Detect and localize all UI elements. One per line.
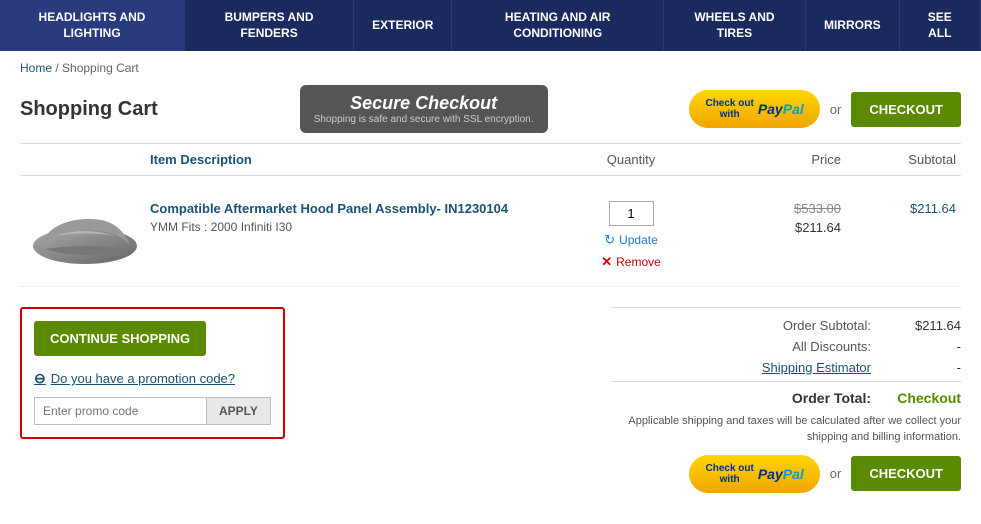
checkout-button-bottom[interactable]: CHECKOUT bbox=[851, 456, 961, 491]
minus-circle-icon: ⊖ bbox=[34, 370, 46, 387]
promo-code-link[interactable]: ⊖ Do you have a promotion code? bbox=[34, 370, 271, 387]
navigation-bar: HEADLIGHTS AND LIGHTING BUMPERS AND FEND… bbox=[0, 0, 981, 51]
bottom-section: CONTINUE SHOPPING ⊖ Do you have a promot… bbox=[20, 307, 961, 493]
x-icon: ✕ bbox=[601, 254, 612, 270]
nav-item-heating[interactable]: HEATING AND AIR CONDITIONING bbox=[452, 0, 663, 51]
remove-label: Remove bbox=[616, 255, 661, 269]
item-quantity: ↻ Update ✕ Remove bbox=[571, 201, 691, 270]
apply-promo-button[interactable]: APPLY bbox=[207, 397, 271, 425]
paypal-checkout-button-bottom[interactable]: Check outwith PayPal bbox=[689, 455, 819, 493]
breadcrumb: Home / Shopping Cart bbox=[0, 51, 981, 85]
secure-badge-title: Secure Checkout bbox=[314, 93, 534, 114]
nav-item-wheels[interactable]: WHEELS AND TIRES bbox=[664, 0, 806, 51]
shipping-estimator-link[interactable]: Shipping Estimator bbox=[741, 360, 871, 375]
main-content: Shopping Cart Secure Checkout Shopping i… bbox=[0, 85, 981, 513]
paypal-checkout-label: Check outwith bbox=[705, 98, 753, 120]
bottom-checkout-actions: Check outwith PayPal or CHECKOUT bbox=[611, 455, 961, 493]
cart-item-row: Compatible Aftermarket Hood Panel Assemb… bbox=[20, 186, 961, 287]
refresh-icon: ↻ bbox=[604, 232, 615, 248]
order-total-label: Order Total: bbox=[741, 390, 871, 406]
update-link[interactable]: ↻ Update bbox=[604, 232, 658, 248]
col-subtotal: Subtotal bbox=[841, 152, 961, 167]
item-subtotal: $211.64 bbox=[841, 201, 961, 216]
order-subtotal-value: $211.64 bbox=[891, 318, 961, 333]
col-description: Item Description bbox=[20, 152, 571, 167]
cart-title: Shopping Cart bbox=[20, 98, 158, 121]
price-sale: $211.64 bbox=[691, 220, 841, 235]
item-price: $533.00 $211.64 bbox=[691, 201, 841, 235]
right-section: Order Subtotal: $211.64 All Discounts: -… bbox=[611, 307, 961, 493]
all-discounts-row: All Discounts: - bbox=[611, 339, 961, 354]
paypal-logo: PayPal bbox=[758, 101, 804, 117]
paypal-label-bottom: Check outwith bbox=[705, 463, 753, 485]
checkout-button[interactable]: CHECKOUT bbox=[851, 92, 961, 127]
item-image-svg bbox=[30, 201, 140, 271]
remove-link[interactable]: ✕ Remove bbox=[601, 254, 661, 270]
order-total-checkout-link[interactable]: Checkout bbox=[897, 390, 961, 406]
item-name-link[interactable]: Compatible Aftermarket Hood Panel Assemb… bbox=[150, 201, 571, 216]
nav-item-bumpers[interactable]: BUMPERS AND FENDERS bbox=[185, 0, 354, 51]
cart-header: Shopping Cart Secure Checkout Shopping i… bbox=[20, 85, 961, 133]
continue-shopping-button[interactable]: CONTINUE SHOPPING bbox=[34, 321, 206, 356]
paypal-logo-bottom: PayPal bbox=[758, 466, 804, 482]
secure-badge-subtitle: Shopping is safe and secure with SSL enc… bbox=[314, 114, 534, 125]
item-ymm: YMM Fits : 2000 Infiniti I30 bbox=[150, 220, 571, 234]
breadcrumb-home-link[interactable]: Home bbox=[20, 61, 52, 75]
promo-link-label: Do you have a promotion code? bbox=[51, 371, 235, 386]
order-summary: Order Subtotal: $211.64 All Discounts: -… bbox=[611, 307, 961, 406]
col-price: Price bbox=[691, 152, 841, 167]
item-image bbox=[20, 201, 150, 271]
update-label: Update bbox=[619, 233, 658, 247]
col-quantity: Quantity bbox=[571, 152, 691, 167]
all-discounts-label: All Discounts: bbox=[741, 339, 871, 354]
nav-item-exterior[interactable]: EXTERIOR bbox=[354, 0, 452, 51]
nav-item-see-all[interactable]: SEE ALL bbox=[900, 0, 981, 51]
or-separator: or bbox=[830, 102, 842, 117]
order-subtotal-label: Order Subtotal: bbox=[741, 318, 871, 333]
order-total-row: Order Total: Checkout bbox=[611, 381, 961, 406]
promo-code-input[interactable] bbox=[34, 397, 207, 425]
quantity-input[interactable] bbox=[609, 201, 654, 226]
promo-container: CONTINUE SHOPPING ⊖ Do you have a promot… bbox=[20, 307, 285, 439]
shipping-note: Applicable shipping and taxes will be ca… bbox=[611, 414, 961, 445]
nav-item-headlights[interactable]: HEADLIGHTS AND LIGHTING bbox=[0, 0, 185, 51]
secure-checkout-badge: Secure Checkout Shopping is safe and sec… bbox=[300, 85, 548, 133]
shipping-value: - bbox=[891, 360, 961, 375]
all-discounts-value: - bbox=[891, 339, 961, 354]
order-subtotal-row: Order Subtotal: $211.64 bbox=[611, 318, 961, 333]
item-details: Compatible Aftermarket Hood Panel Assemb… bbox=[150, 201, 571, 234]
column-headers: Item Description Quantity Price Subtotal bbox=[20, 143, 961, 176]
breadcrumb-current: Shopping Cart bbox=[62, 61, 139, 75]
left-section: CONTINUE SHOPPING ⊖ Do you have a promot… bbox=[20, 307, 591, 493]
promo-input-row: APPLY bbox=[34, 397, 271, 425]
shipping-estimator-row: Shipping Estimator - bbox=[611, 360, 961, 375]
price-original: $533.00 bbox=[691, 201, 841, 216]
order-total-value: Checkout bbox=[891, 390, 961, 406]
checkout-actions: Check outwith PayPal or CHECKOUT bbox=[689, 90, 961, 128]
nav-item-mirrors[interactable]: MIRRORS bbox=[806, 0, 900, 51]
or-separator-bottom: or bbox=[830, 466, 842, 481]
paypal-checkout-button[interactable]: Check outwith PayPal bbox=[689, 90, 819, 128]
